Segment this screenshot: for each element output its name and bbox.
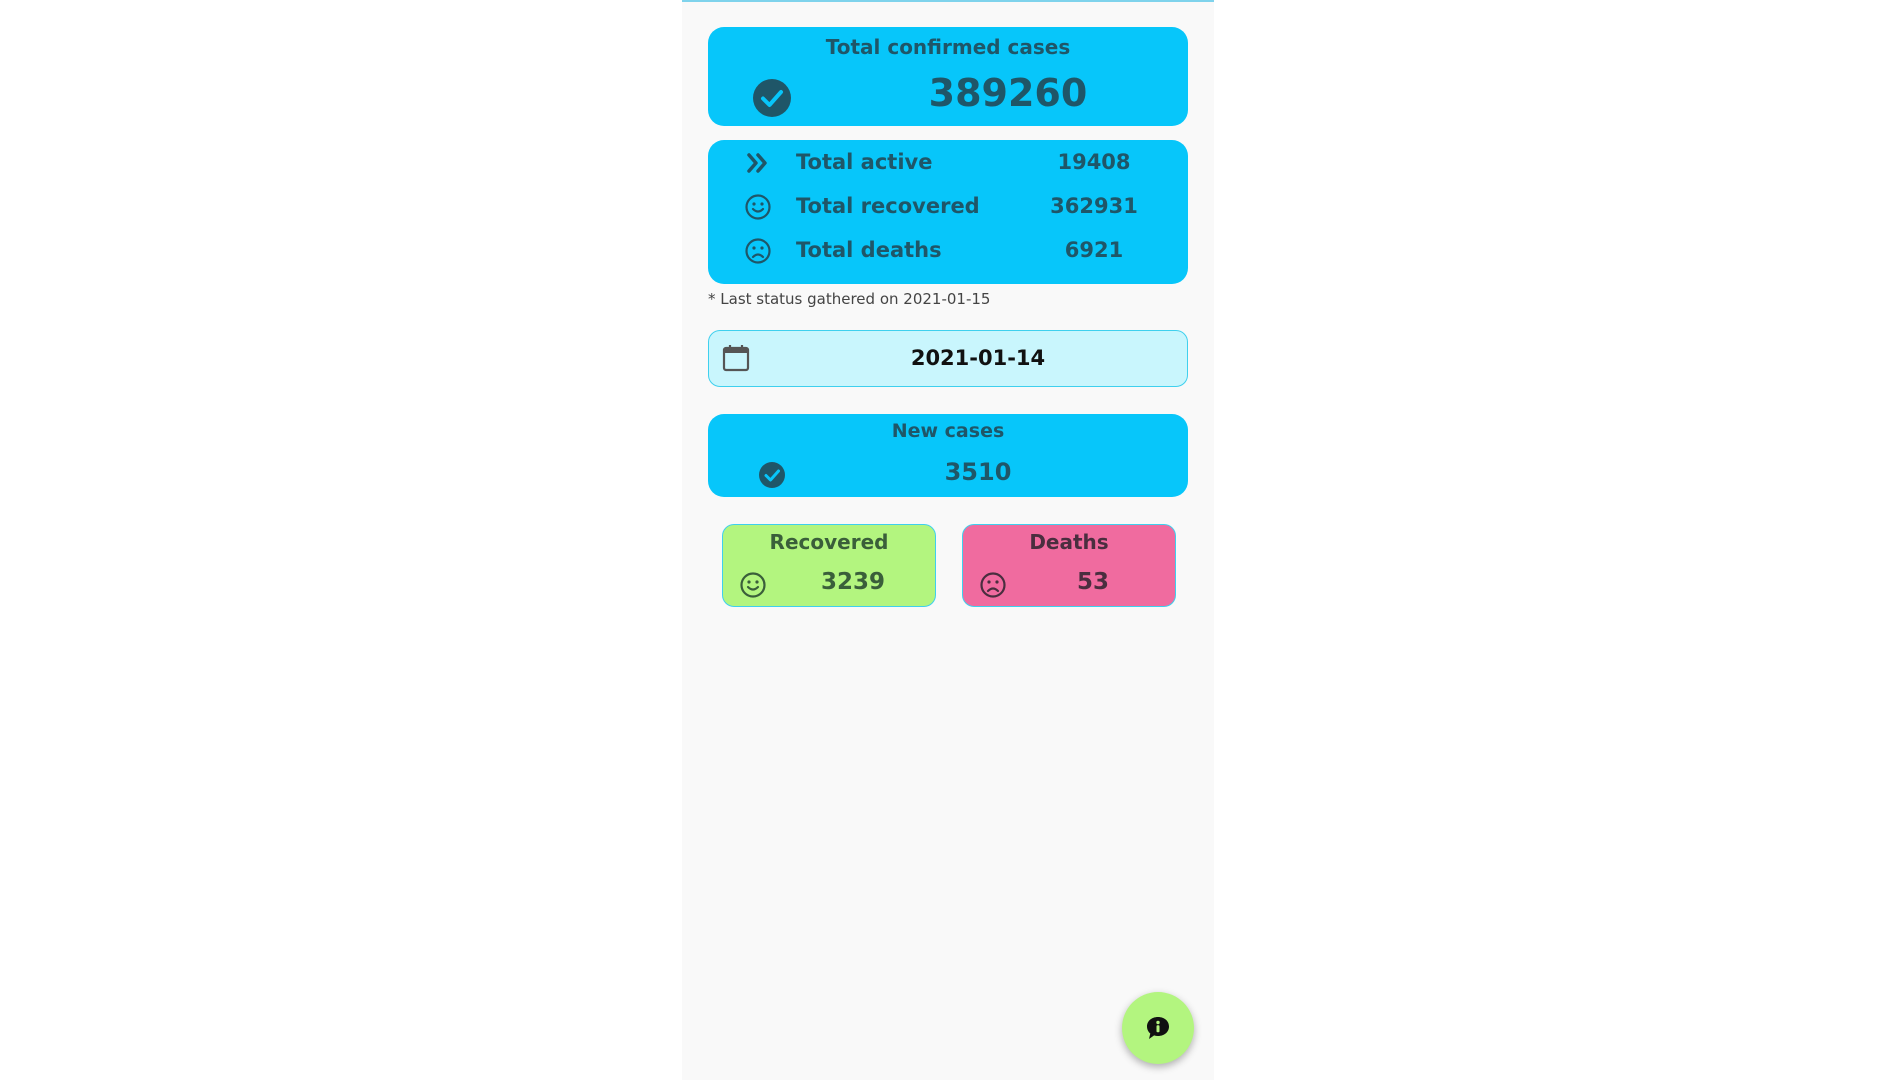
deaths-value: 53: [1076, 569, 1109, 595]
recovered-card: Recovered 3239: [722, 524, 936, 607]
info-chat-icon: [1144, 1014, 1172, 1042]
stat-row-active: Total active 19408: [708, 140, 1188, 184]
check-circle-icon: [752, 78, 792, 118]
total-confirmed-title: Total confirmed cases: [825, 35, 1071, 59]
totals-breakdown-card: Total active 19408 Total recovered 36293…: [708, 140, 1188, 284]
app-screen: Total confirmed cases 389260 Total activ…: [682, 0, 1214, 1080]
selected-date: 2021-01-14: [910, 346, 1046, 370]
stat-value: 19408: [1057, 150, 1131, 174]
calendar-icon: [721, 343, 751, 373]
last-status-note: * Last status gathered on 2021-01-15: [708, 290, 991, 308]
info-button[interactable]: [1122, 992, 1194, 1064]
new-cases-title: New cases: [891, 420, 1005, 442]
stat-row-deaths: Total deaths 6921: [708, 228, 1188, 272]
new-cases-card: New cases 3510: [708, 414, 1188, 497]
stat-value: 362931: [1050, 194, 1138, 218]
double-chevron-right-icon: [744, 149, 772, 177]
date-picker[interactable]: 2021-01-14: [708, 330, 1188, 387]
check-circle-icon: [758, 461, 786, 489]
deaths-title: Deaths: [1029, 530, 1109, 554]
sad-icon: [744, 237, 772, 265]
stat-row-recovered: Total recovered 362931: [708, 184, 1188, 228]
stat-label: Total recovered: [796, 194, 980, 218]
deaths-card: Deaths 53: [962, 524, 1176, 607]
smile-icon: [744, 193, 772, 221]
smile-icon: [739, 571, 767, 599]
sad-icon: [979, 571, 1007, 599]
total-confirmed-card: Total confirmed cases 389260: [708, 27, 1188, 126]
total-confirmed-value: 389260: [928, 71, 1088, 115]
stat-value: 6921: [1064, 238, 1124, 262]
new-cases-value: 3510: [944, 458, 1012, 486]
stat-label: Total deaths: [796, 238, 942, 262]
recovered-title: Recovered: [769, 530, 889, 554]
recovered-value: 3239: [820, 569, 885, 595]
stat-label: Total active: [796, 150, 933, 174]
